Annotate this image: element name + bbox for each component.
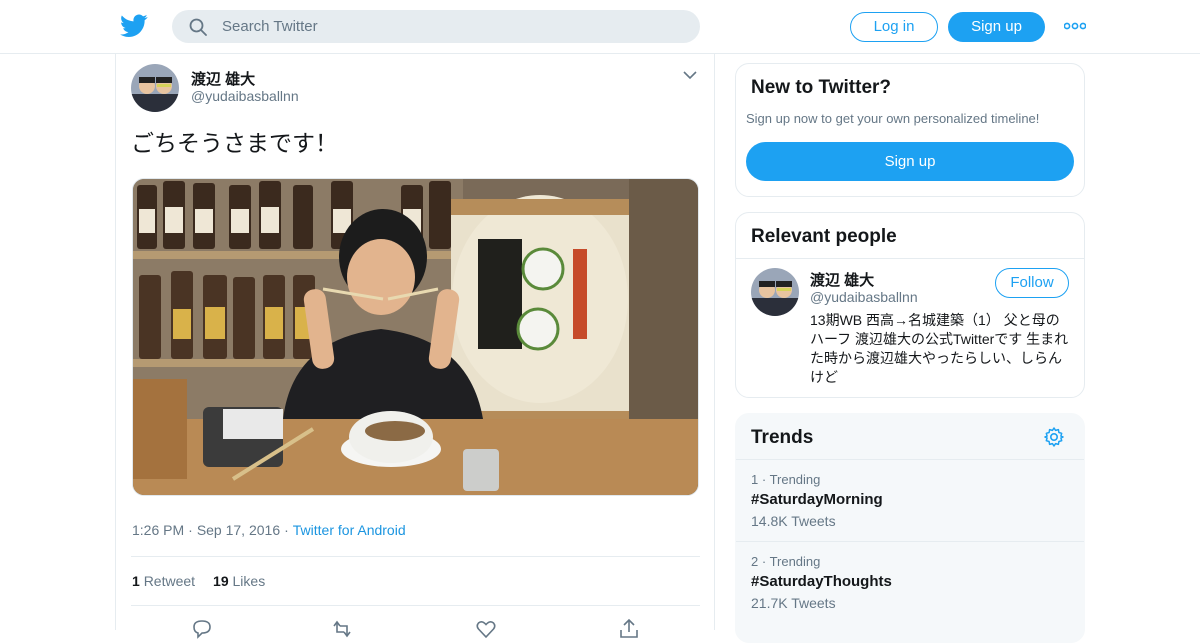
relevant-people-card: Relevant people 渡辺 雄大 @yudaibasballnn Fo…	[735, 212, 1085, 398]
tweet-stats: 1 Retweet 19 Likes	[132, 573, 265, 589]
tweet-detail: 渡辺 雄大 @yudaibasballnn ごちそうさまです！ 1:26 PM …	[115, 54, 715, 639]
twitter-logo-icon[interactable]	[120, 13, 148, 39]
retweet-stat[interactable]: 1 Retweet	[132, 573, 195, 589]
more-options-icon[interactable]	[1064, 20, 1086, 32]
trend-item[interactable]: 1 · Trending #SaturdayMorning 14.8K Twee…	[736, 459, 1084, 541]
person-bio: 13期WB 西高→名城建築（1） 父と母のハーフ 渡辺雄大の公式Twitterで…	[810, 312, 1069, 385]
tweet-meta: 1:26 PM · Sep 17, 2016 · Twitter for Android	[132, 522, 406, 538]
tweet-text: ごちそうさまです！	[131, 130, 338, 156]
follow-button[interactable]: Follow	[995, 268, 1069, 298]
card-subtitle: Sign up now to get your own personalized…	[746, 111, 1040, 126]
signup-button[interactable]: Sign up	[948, 12, 1045, 42]
tweet-source-link[interactable]: Twitter for Android	[293, 522, 406, 538]
signup-button-large[interactable]: Sign up	[746, 142, 1074, 181]
photo-image	[133, 179, 698, 495]
card-title: New to Twitter?	[751, 77, 892, 98]
new-to-twitter-card: New to Twitter? Sign up now to get your …	[735, 63, 1085, 197]
divider	[131, 556, 700, 557]
gear-icon[interactable]	[1043, 426, 1065, 448]
trend-count: 21.7K Tweets	[751, 595, 836, 611]
trend-item[interactable]: 2 · Trending #SaturdayThoughts 21.7K Twe…	[736, 541, 1084, 623]
tweet-date[interactable]: Sep 17, 2016	[197, 522, 280, 538]
share-icon[interactable]	[618, 618, 640, 640]
author-avatar[interactable]	[131, 64, 179, 112]
top-bar: Log in Sign up	[0, 0, 1200, 54]
tweet-photo[interactable]	[132, 178, 699, 496]
card-title: Relevant people	[751, 226, 897, 247]
card-title: Trends	[751, 427, 814, 448]
search-input[interactable]	[222, 16, 682, 37]
chevron-down-icon[interactable]	[683, 70, 697, 80]
divider	[131, 605, 700, 606]
tweet-time[interactable]: 1:26 PM	[132, 522, 184, 538]
search-icon	[189, 18, 207, 36]
trend-hashtag[interactable]: #SaturdayThoughts	[751, 573, 892, 590]
divider	[736, 258, 1084, 259]
person-name[interactable]: 渡辺 雄大	[810, 269, 874, 290]
trends-card: Trends 1 · Trending #SaturdayMorning 14.…	[735, 413, 1085, 643]
person-handle[interactable]: @yudaibasballnn	[810, 289, 918, 305]
avatar-image	[131, 64, 179, 112]
trend-hashtag[interactable]: #SaturdayMorning	[751, 491, 883, 508]
retweet-icon[interactable]	[331, 618, 353, 640]
author-handle[interactable]: @yudaibasballnn	[191, 88, 299, 104]
likes-stat[interactable]: 19 Likes	[213, 573, 265, 589]
login-button[interactable]: Log in	[850, 12, 938, 42]
trend-rank: 1 · Trending	[751, 472, 821, 487]
avatar-image	[751, 268, 799, 316]
heart-icon[interactable]	[475, 618, 497, 640]
search-box[interactable]	[172, 10, 700, 43]
person-avatar[interactable]	[751, 268, 799, 316]
trend-count: 14.8K Tweets	[751, 513, 836, 529]
author-name[interactable]: 渡辺 雄大	[191, 68, 255, 89]
reply-icon[interactable]	[191, 618, 213, 640]
trend-rank: 2 · Trending	[751, 554, 821, 569]
